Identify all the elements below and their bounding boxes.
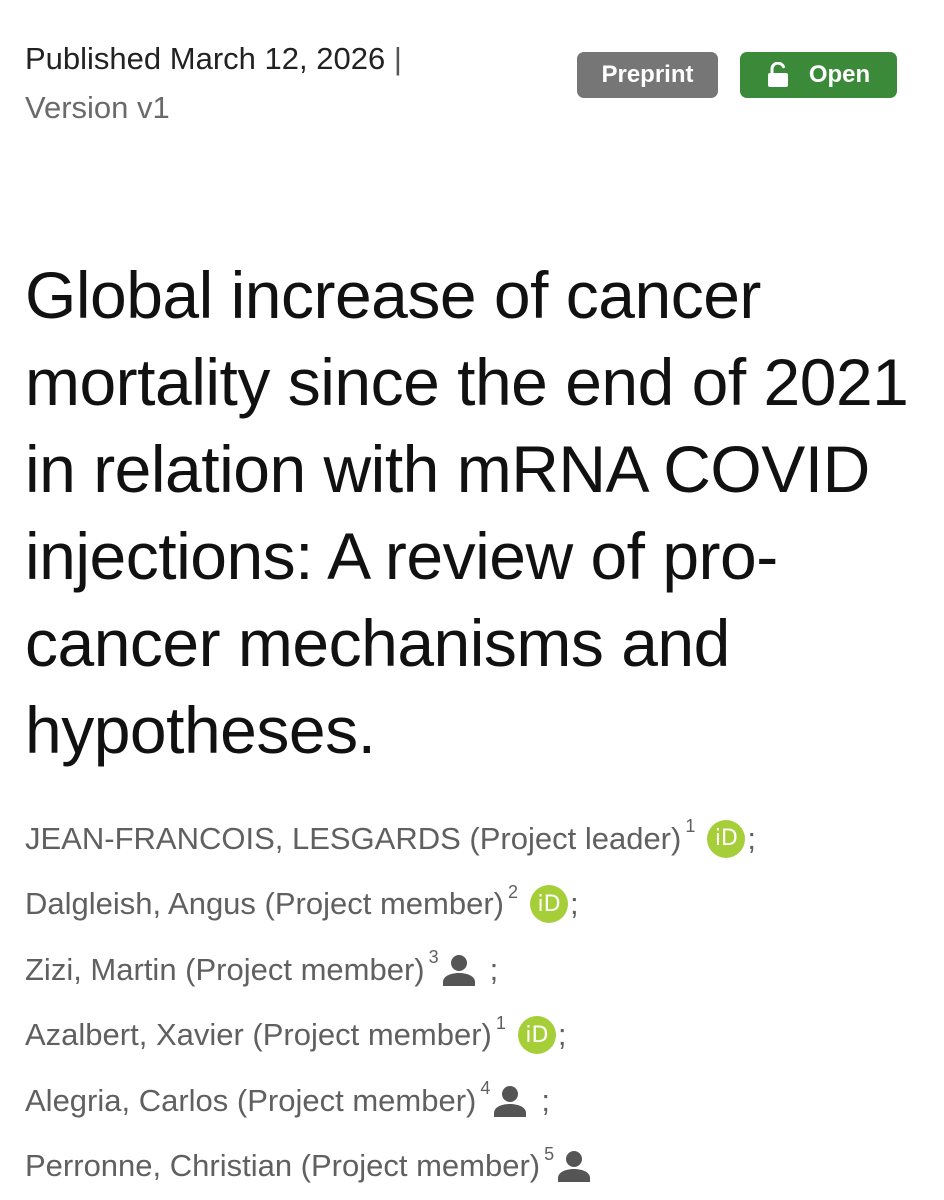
orcid-icon[interactable]: iD	[517, 1016, 556, 1055]
affiliation-number[interactable]: 3	[429, 947, 439, 968]
published-date: Published March 12, 2026	[25, 41, 386, 76]
affiliation-number[interactable]: 1	[496, 1013, 506, 1034]
author-row: Perronne, Christian (Project member) 5	[25, 1134, 925, 1200]
person-icon	[442, 954, 476, 986]
author-separator: ;	[489, 951, 499, 987]
author-name[interactable]: Alegria, Carlos (Project member)	[25, 1083, 476, 1119]
meta-separator: |	[393, 41, 402, 76]
author-row: Azalbert, Xavier (Project member) 1 iD ;	[25, 1003, 925, 1069]
person-icon	[557, 1150, 591, 1183]
author-row: Alegria, Carlos (Project member) 4 ;	[25, 1068, 925, 1134]
open-label: Open	[808, 61, 871, 88]
publication-meta: Published March 12, 2026 | Version v1	[25, 34, 402, 132]
person-icon	[493, 1085, 527, 1117]
author-separator: ;	[747, 820, 756, 856]
unlock-icon	[767, 62, 788, 87]
affiliation-number[interactable]: 5	[544, 1144, 554, 1165]
author-name[interactable]: Zizi, Martin (Project member)	[25, 952, 425, 988]
author-row: Zizi, Martin (Project member) 3 ;	[25, 937, 925, 1003]
author-separator: ;	[570, 886, 579, 922]
orcid-icon[interactable]: iD	[707, 819, 746, 858]
author-name[interactable]: Perronne, Christian (Project member)	[25, 1148, 540, 1184]
author-separator: ;	[541, 1082, 550, 1118]
version-label: Version v1	[25, 90, 170, 125]
affiliation-number[interactable]: 2	[508, 882, 518, 903]
author-separator: ;	[557, 1017, 567, 1053]
author-list: JEAN-FRANCOIS, LESGARDS (Project leader)…	[25, 806, 925, 1199]
author-name[interactable]: Dalgleish, Angus (Project member)	[25, 886, 504, 922]
author-row: Dalgleish, Angus (Project member) 2 iD ;	[25, 872, 925, 938]
affiliation-number[interactable]: 4	[480, 1078, 490, 1099]
open-access-badge: Open	[740, 52, 897, 98]
preprint-badge: Preprint	[577, 52, 718, 98]
author-name[interactable]: Azalbert, Xavier (Project member)	[25, 1017, 492, 1053]
orcid-icon[interactable]: iD	[530, 885, 568, 924]
author-name[interactable]: JEAN-FRANCOIS, LESGARDS (Project leader)	[25, 821, 681, 857]
preprint-label: Preprint	[601, 61, 694, 88]
author-row: JEAN-FRANCOIS, LESGARDS (Project leader)…	[25, 806, 925, 872]
paper-title: Global increase of cancer mortality sinc…	[25, 258, 909, 767]
affiliation-number[interactable]: 1	[685, 816, 695, 837]
